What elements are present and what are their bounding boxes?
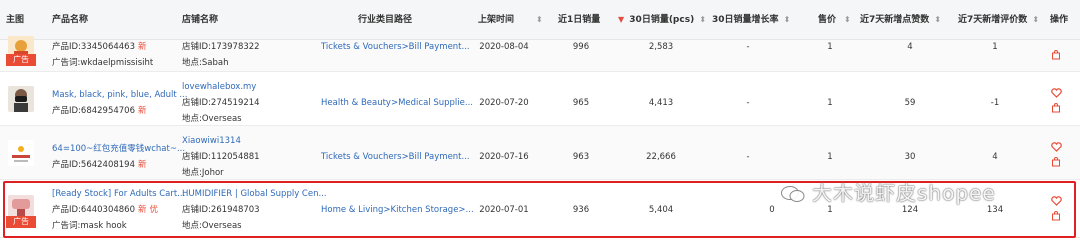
header-growth-label: 30日销量增长率 <box>712 15 779 25</box>
product-id-line: 产品ID:3345064463 新 <box>52 41 147 53</box>
sort-sales-30d-icon: ⬍ <box>699 15 707 24</box>
header-product-name: 产品名称 <box>52 15 89 25</box>
product-id-line: 产品ID:6842954706 新 <box>52 105 147 117</box>
header-sales-30d-label: 30日销量(pcs) <box>629 15 695 25</box>
growth-30d: - <box>746 42 750 52</box>
listed-date: 2020-07-20 <box>479 98 529 108</box>
new-badge: 新 <box>138 42 147 52</box>
new-badge: 新 <box>138 160 147 170</box>
shop-name-link[interactable]: lovewhalebox.my <box>182 81 256 93</box>
new-badge: 新 <box>138 106 147 116</box>
table-row[interactable]: 64=100~红包充值零钱wchat~... 产品ID:5642408194 新 … <box>0 126 1080 180</box>
sales-1d: 965 <box>572 98 590 108</box>
sort-listed-icon[interactable]: ⬍ <box>534 0 543 40</box>
shop-name-link[interactable]: Xiaowiwi1314 <box>182 135 241 147</box>
sales-30d: 22,666 <box>646 152 676 162</box>
table-row[interactable]: 广告 产品ID:3345064463 新 广告词:wkdaelpmissisiht… <box>0 36 1080 72</box>
product-id: 产品ID:6842954706 <box>52 106 135 116</box>
shopping-bag-icon[interactable] <box>1050 103 1062 117</box>
sales-30d: 4,413 <box>648 98 674 108</box>
reviews-7d: 1 <box>992 42 998 52</box>
likes-7d: 4 <box>907 42 913 52</box>
header-likes-7d[interactable]: 近7天新增点赞数 ⬍ <box>860 0 941 40</box>
shop-location: 地点:Overseas <box>182 114 242 124</box>
watermark-text: 大木说虾皮shopee <box>812 181 996 205</box>
header-category: 行业类目路径 <box>358 15 413 25</box>
header-listed-label: 上架时间 <box>478 15 515 25</box>
header-price: 售价 <box>818 15 837 25</box>
likes-7d: 59 <box>904 98 916 108</box>
shop-location: 地点:Sabah <box>182 58 229 68</box>
product-name-link[interactable]: Mask, black, pink, blue, Adult ... <box>52 89 187 101</box>
wechat-icon <box>781 186 805 202</box>
sales-1d: 963 <box>572 152 590 162</box>
header-listed-date[interactable]: 上架时间 <box>478 0 514 40</box>
listed-date: 2020-08-04 <box>479 42 529 52</box>
header-reviews-7d[interactable]: 近7天新增评价数 ⬍ <box>958 0 1039 40</box>
shop-id: 店铺ID:173978322 <box>182 42 260 52</box>
header-shop-name: 店铺名称 <box>182 15 219 25</box>
price: 1 <box>827 42 833 52</box>
product-image <box>8 140 34 166</box>
reviews-7d: -1 <box>990 98 1000 108</box>
listed-date: 2020-07-16 <box>479 152 529 162</box>
heart-icon[interactable] <box>1050 142 1062 156</box>
growth-30d: - <box>746 152 750 162</box>
header-reviews-label: 近7天新增评价数 <box>958 15 1028 25</box>
product-thumbnail[interactable] <box>8 140 34 166</box>
header-likes-label: 近7天新增点赞数 <box>860 15 930 25</box>
header-sales-1d-label: 近1日销量 <box>558 15 601 25</box>
shop-location: 地点:Johor <box>182 168 224 178</box>
shop-id: 店铺ID:112054881 <box>182 152 260 162</box>
product-id: 产品ID:5642408194 <box>52 160 135 170</box>
table-row[interactable]: Mask, black, pink, blue, Adult ... 产品ID:… <box>0 72 1080 126</box>
sales-1d: 996 <box>572 42 590 52</box>
sort-likes-icon: ⬍ <box>934 15 942 24</box>
sales-30d: 2,583 <box>648 42 674 52</box>
price: 1 <box>827 152 833 162</box>
header-sales-1d[interactable]: 近1日销量 <box>558 0 600 40</box>
sort-growth-icon: ⬍ <box>783 15 791 24</box>
header-action: 操作 <box>1050 15 1069 25</box>
heart-icon[interactable] <box>1050 88 1062 102</box>
price: 1 <box>827 98 833 108</box>
ad-tag: 广告 <box>6 54 36 66</box>
ad-keyword: 广告词:wkdaelpmissisiht <box>52 58 154 68</box>
category-link[interactable]: Tickets & Vouchers>Bill Payment... <box>321 151 470 163</box>
product-id: 产品ID:3345064463 <box>52 42 135 52</box>
reviews-7d: 4 <box>992 152 998 162</box>
product-thumbnail[interactable] <box>8 86 34 112</box>
likes-7d: 30 <box>904 152 916 162</box>
sort-desc-icon: ▼ <box>618 15 625 24</box>
growth-30d: - <box>746 98 750 108</box>
shopping-bag-icon[interactable] <box>1050 50 1062 64</box>
header-growth-30d[interactable]: 30日销量增长率 ⬍ <box>712 0 790 40</box>
header-main-image: 主图 <box>6 15 25 25</box>
sort-reviews-icon: ⬍ <box>1032 15 1040 24</box>
category-link[interactable]: Tickets & Vouchers>Bill Payment... <box>321 41 470 53</box>
product-id-line: 产品ID:5642408194 新 <box>52 159 147 171</box>
sort-price-icon[interactable]: ⬍ <box>842 0 851 40</box>
product-name-link[interactable]: 64=100~红包充值零钱wchat~... <box>52 143 185 155</box>
shop-id: 店铺ID:274519214 <box>182 98 260 108</box>
header-sales-30d[interactable]: ▼ 30日销量(pcs) ⬍ <box>618 0 706 40</box>
table-header: 主图 产品名称 店铺名称 行业类目路径 上架时间 ⬍ 近1日销量 ▼ 30日销量… <box>0 0 1080 40</box>
product-image <box>8 86 34 112</box>
shopping-bag-icon[interactable] <box>1050 157 1062 171</box>
category-link[interactable]: Health & Beauty>Medical Supplie... <box>321 97 473 109</box>
